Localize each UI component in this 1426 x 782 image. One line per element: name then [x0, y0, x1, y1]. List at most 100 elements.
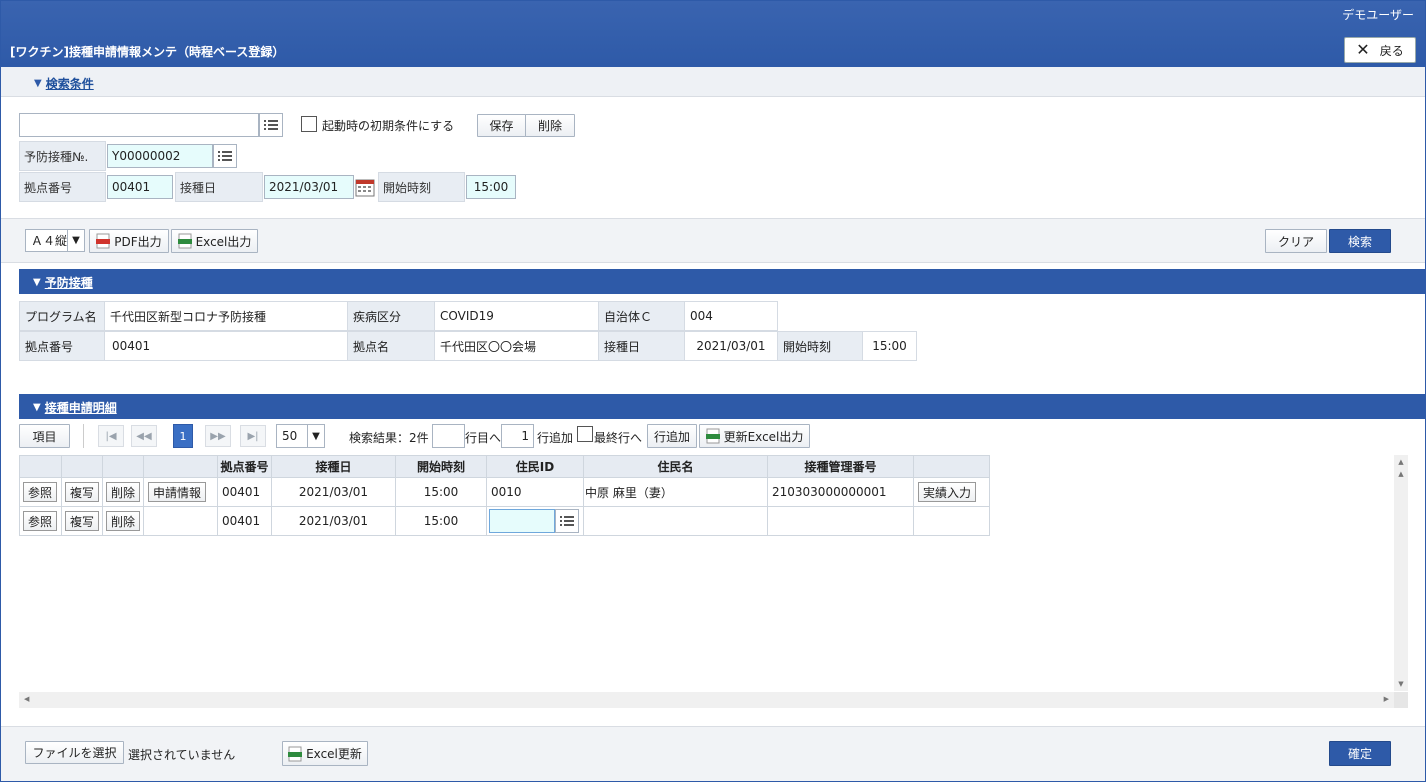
add-row-button[interactable]: 行追加	[647, 424, 697, 448]
resident-name-cell: 中原 麻里（妻）	[583, 477, 768, 507]
vertical-scrollbar[interactable]: ▲ ▲ ▼	[1394, 455, 1408, 691]
result-entry-button[interactable]: 実績入力	[918, 482, 977, 502]
excel-file-icon	[705, 428, 720, 444]
resident-id-input[interactable]	[489, 509, 555, 533]
list-icon	[264, 120, 278, 130]
search-conditions-header	[0, 67, 1426, 97]
saved-condition-input[interactable]	[19, 113, 259, 137]
view-row-button[interactable]: 参照	[23, 511, 58, 531]
scroll-left-icon[interactable]: ◀	[24, 695, 29, 703]
delete-row-button[interactable]: 削除	[106, 482, 140, 502]
collapse-triangle-icon: ▼	[33, 402, 41, 413]
site-no-cell: 00401	[217, 506, 272, 536]
calendar-icon[interactable]	[355, 177, 375, 197]
vaccination-no-list-button[interactable]	[213, 144, 237, 168]
column-header	[913, 455, 990, 478]
collapse-triangle-icon: ▼	[33, 277, 41, 288]
vaccination-no-label: 予防接種№.	[19, 141, 106, 171]
goto-row-suffix: 行目へ	[465, 431, 502, 445]
table-row: 参照 複写 削除 申請情報 00401 2021/03/01 15:00 001…	[19, 477, 990, 507]
clear-button[interactable]: クリア	[1265, 229, 1327, 253]
search-button[interactable]: 検索	[1329, 229, 1391, 253]
program-value: 千代田区新型コロナ予防接種	[104, 301, 348, 331]
site-no-label: 拠点番号	[19, 172, 106, 202]
horizontal-scrollbar[interactable]: ◀ ▶	[19, 692, 1394, 708]
choose-file-button[interactable]: ファイルを選択	[25, 741, 124, 764]
search-conditions-toggle[interactable]: ▼ 検索条件	[34, 75, 94, 92]
scroll-down-icon[interactable]: ▼	[1394, 680, 1408, 688]
site-no-input[interactable]: 00401	[107, 175, 173, 199]
scroll-up-icon[interactable]: ▲	[1394, 458, 1408, 466]
application-info-button[interactable]: 申請情報	[148, 482, 207, 502]
toolbar-divider	[83, 424, 84, 448]
update-excel-export-label: 更新Excel出力	[723, 429, 804, 444]
date-info-label: 接種日	[598, 331, 685, 361]
next-page-icon[interactable]: ▶▶	[205, 425, 231, 447]
paper-size-value: Ａ４縦	[31, 234, 68, 248]
copy-row-button[interactable]: 複写	[65, 511, 99, 531]
confirm-button[interactable]: 確定	[1329, 741, 1391, 766]
scroll-up-icon[interactable]: ▲	[1394, 470, 1408, 478]
mgmt-no-cell: 210303000000001	[767, 477, 914, 507]
start-time-info-value: 15:00	[862, 331, 917, 361]
save-condition-button[interactable]: 保存	[477, 114, 526, 137]
scroll-right-icon[interactable]: ▶	[1384, 695, 1389, 703]
municipality-value: 004	[684, 301, 778, 331]
paper-size-select[interactable]: Ａ４縦 ▼	[25, 229, 85, 252]
details-section-toggle[interactable]: ▼ 接種申請明細	[33, 399, 117, 416]
excel-export-button[interactable]: Excel出力	[171, 229, 258, 253]
details-section-title: 接種申請明細	[44, 401, 117, 415]
prev-page-icon[interactable]: ◀◀	[131, 425, 157, 447]
saved-condition-list-button[interactable]	[259, 113, 283, 137]
no-file-selected-text: 選択されていません	[128, 748, 236, 762]
site-no-cell: 00401	[217, 477, 272, 507]
date-cell: 2021/03/01	[271, 477, 396, 507]
last-page-icon[interactable]: ▶|	[240, 425, 266, 447]
first-page-icon[interactable]: |◀	[98, 425, 124, 447]
user-name: デモユーザー	[1342, 8, 1414, 22]
chevron-down-icon: ▼	[67, 230, 84, 251]
update-excel-export-button[interactable]: 更新Excel出力	[699, 424, 810, 448]
page-size-select[interactable]: 50 ▼	[276, 424, 325, 448]
excel-update-button[interactable]: Excel更新	[282, 741, 368, 766]
column-header	[143, 455, 218, 478]
start-time-label: 開始時刻	[378, 172, 465, 202]
copy-row-button[interactable]: 複写	[65, 482, 99, 502]
pdf-export-button[interactable]: PDF出力	[89, 229, 169, 253]
excel-export-label: Excel出力	[195, 234, 252, 249]
resident-id-list-button[interactable]	[555, 509, 579, 533]
current-page-button[interactable]: 1	[173, 424, 193, 448]
excel-file-icon	[288, 746, 303, 761]
last-row-checkbox[interactable]	[577, 426, 593, 442]
empty-cell	[913, 506, 990, 536]
resident-id-cell[interactable]: 0010	[486, 477, 584, 507]
vaccination-section-title: 予防接種	[44, 276, 93, 290]
delete-row-button[interactable]: 削除	[106, 511, 140, 531]
municipality-label: 自治体Ｃ	[598, 301, 685, 331]
delete-condition-button[interactable]: 削除	[525, 114, 575, 137]
start-time-input[interactable]: 15:00	[466, 175, 516, 199]
add-rows-input[interactable]: 1	[501, 424, 534, 448]
site-name-value: 千代田区〇〇会場	[434, 331, 599, 361]
time-cell: 15:00	[395, 477, 487, 507]
date-input[interactable]: 2021/03/01	[264, 175, 354, 199]
back-button[interactable]: ✕ 戻る	[1344, 37, 1416, 63]
startup-condition-label: 起動時の初期条件にする	[322, 119, 455, 133]
empty-cell	[143, 506, 218, 536]
chevron-down-icon: ▼	[307, 425, 324, 447]
column-header: 住民ID	[486, 455, 584, 478]
table-header-row: 拠点番号 接種日 開始時刻 住民ID 住民名 接種管理番号	[19, 455, 990, 478]
site-name-label: 拠点名	[347, 331, 435, 361]
list-icon	[560, 516, 574, 526]
goto-row-input[interactable]	[432, 424, 465, 448]
vaccination-no-input[interactable]: Y00000002	[107, 144, 213, 168]
startup-condition-checkbox[interactable]	[301, 116, 317, 132]
collapse-triangle-icon: ▼	[34, 78, 42, 89]
pdf-file-icon	[96, 233, 111, 249]
vaccination-section-toggle[interactable]: ▼ 予防接種	[33, 274, 93, 291]
date-label: 接種日	[175, 172, 263, 202]
date-cell: 2021/03/01	[271, 506, 396, 536]
column-header	[61, 455, 103, 478]
column-items-button[interactable]: 項目	[19, 424, 70, 448]
view-row-button[interactable]: 参照	[23, 482, 58, 502]
